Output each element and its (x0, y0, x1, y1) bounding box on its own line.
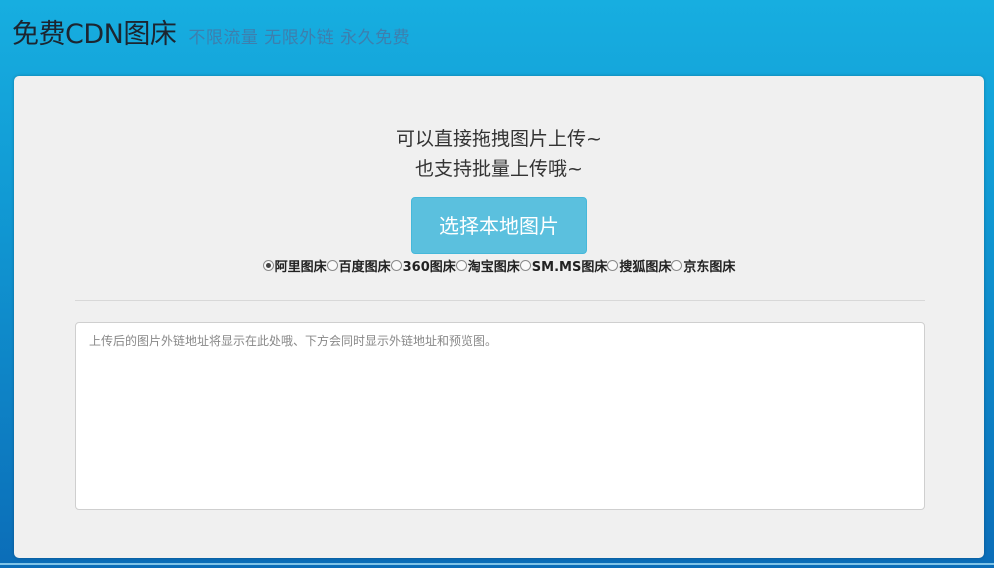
upload-panel[interactable]: 可以直接拖拽图片上传~ 也支持批量上传哦~ 选择本地图片 阿里图床 百度图床 3… (14, 76, 984, 558)
radio-taobao[interactable] (455, 260, 467, 271)
host-option-smms[interactable]: SM.MS图床 (519, 256, 608, 275)
radio-sohu[interactable] (607, 260, 619, 271)
divider (75, 300, 925, 301)
host-option-baidu[interactable]: 百度图床 (326, 256, 391, 275)
drag-hint-line-2: 也支持批量上传哦~ (415, 158, 583, 180)
host-option-taobao[interactable]: 淘宝图床 (455, 256, 520, 275)
host-option-ali[interactable]: 阿里图床 (262, 256, 327, 275)
radio-jd[interactable] (671, 260, 683, 271)
host-option-label: 搜狐图床 (619, 260, 672, 275)
site-title: 免费CDN图床 (12, 19, 177, 50)
host-option-label: SM.MS图床 (531, 260, 608, 275)
radio-smms[interactable] (519, 260, 531, 271)
bottom-accent-line (0, 563, 994, 565)
image-link-output[interactable] (75, 322, 925, 510)
drag-hint-line-1: 可以直接拖拽图片上传~ (396, 128, 602, 150)
site-tagline: 不限流量 无限外链 永久免费 (188, 28, 411, 48)
radio-360[interactable] (390, 260, 402, 271)
host-option-label: 百度图床 (338, 260, 391, 275)
image-host-options: 阿里图床 百度图床 360图床 淘宝图床 SM.MS图床 搜狐图床 京东图床 (14, 256, 984, 275)
host-option-360[interactable]: 360图床 (390, 256, 456, 275)
host-option-label: 360图床 (402, 260, 456, 275)
host-option-label: 淘宝图床 (467, 260, 520, 275)
radio-ali[interactable] (262, 260, 274, 271)
select-local-image-button[interactable]: 选择本地图片 (411, 197, 587, 254)
host-option-sohu[interactable]: 搜狐图床 (607, 256, 671, 275)
host-option-jd[interactable]: 京东图床 (671, 256, 735, 275)
host-option-label: 阿里图床 (274, 260, 327, 275)
drag-hint: 可以直接拖拽图片上传~ 也支持批量上传哦~ (14, 124, 984, 184)
radio-baidu[interactable] (326, 260, 338, 271)
host-option-label: 京东图床 (683, 260, 736, 275)
site-header: 免费CDN图床 不限流量 无限外链 永久免费 (12, 12, 410, 56)
